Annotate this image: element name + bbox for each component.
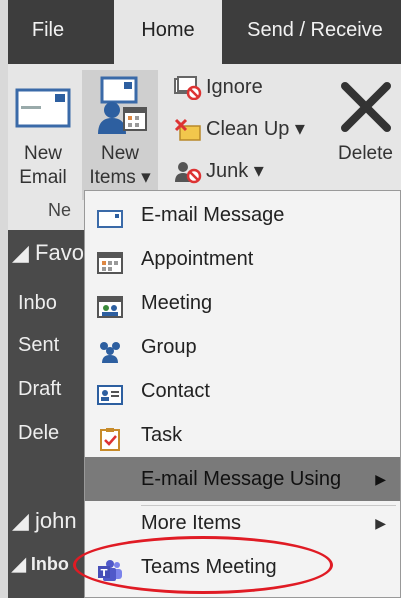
delete-button[interactable]: Delete: [330, 70, 401, 200]
delete-x-icon: [330, 76, 401, 138]
menu-item-contact[interactable]: Contact: [85, 369, 400, 413]
folder-pane: ◢ Favo Inbo Sent Draft Dele ◢ john ◢ Inb…: [8, 230, 84, 598]
favorites-header[interactable]: ◢ Favo: [12, 240, 84, 266]
delete-label: Delete: [338, 143, 393, 164]
menu-item-label: E-mail Message: [141, 204, 285, 226]
junk-button[interactable]: Junk ▾: [174, 154, 264, 188]
junk-icon: [174, 160, 202, 184]
junk-label: Junk ▾: [206, 160, 264, 182]
calendar-icon: [97, 247, 123, 274]
menu-item-label: Group: [141, 336, 197, 358]
ignore-icon: [174, 75, 202, 100]
menu-item-label: Appointment: [141, 248, 254, 270]
menu-item-more-items[interactable]: More Items ▶: [85, 501, 400, 545]
clean-up-label: Clean Up ▾: [206, 118, 305, 140]
menu-item-label: E-mail Message Using: [141, 468, 342, 490]
new-email-label-2: Email: [19, 167, 67, 188]
menu-item-label: Meeting: [141, 292, 213, 314]
tab-send-receive[interactable]: Send / Receive: [230, 0, 400, 64]
ignore-label: Ignore: [206, 76, 263, 98]
menu-item-label: Task: [141, 424, 183, 446]
menu-item-label: Teams Meeting: [141, 556, 277, 578]
menu-item-meeting[interactable]: Meeting: [85, 281, 400, 325]
tab-home[interactable]: Home: [114, 0, 222, 64]
group-icon: [97, 335, 123, 363]
menu-item-label: More Items: [141, 512, 242, 534]
new-items-icon: [82, 76, 158, 138]
envelope-icon: [8, 76, 78, 138]
ignore-button[interactable]: Ignore: [174, 70, 263, 104]
svg-text:T: T: [101, 568, 108, 579]
menu-item-appointment[interactable]: Appointment: [85, 237, 400, 281]
menu-item-label: Contact: [141, 380, 210, 402]
new-email-button[interactable]: New Email: [8, 70, 78, 200]
folder-sent[interactable]: Sent: [18, 334, 59, 357]
new-email-label-1: New: [23, 143, 62, 164]
menu-item-email-message-using[interactable]: E-mail Message Using ▶: [85, 457, 400, 501]
menu-item-email-message[interactable]: E-mail Message: [85, 193, 400, 237]
submenu-arrow-icon: ▶: [375, 515, 386, 531]
tab-file[interactable]: File: [18, 0, 78, 64]
envelope-icon: [97, 203, 123, 228]
outlook-window: File Home Send / Receive New Email New I…: [8, 0, 401, 598]
folder-deleted[interactable]: Dele: [18, 422, 59, 445]
folder-drafts[interactable]: Draft: [18, 378, 61, 401]
submenu-arrow-icon: ▶: [375, 471, 386, 487]
new-items-label-2: Items ▾: [89, 167, 151, 188]
meeting-icon: [97, 291, 123, 318]
clean-up-icon: [174, 118, 202, 142]
teams-icon: T: [97, 555, 123, 581]
menu-item-teams-meeting[interactable]: T Teams Meeting: [85, 545, 400, 589]
ribbon-group-label: Ne: [48, 200, 72, 220]
account-header[interactable]: ◢ john: [12, 508, 77, 534]
new-items-dropdown-menu: E-mail Message Appointment Meeting Group: [84, 190, 401, 598]
clean-up-button[interactable]: Clean Up ▾: [174, 112, 305, 146]
contact-card-icon: [97, 379, 123, 405]
new-items-label-1: New: [100, 143, 139, 164]
new-items-button[interactable]: New Items ▾: [82, 70, 158, 200]
ribbon-tab-bar: File Home Send / Receive: [8, 0, 401, 64]
task-clipboard-icon: [97, 423, 123, 451]
account-inbox[interactable]: ◢ Inbo: [12, 554, 69, 575]
menu-item-group[interactable]: Group: [85, 325, 400, 369]
menu-item-task[interactable]: Task: [85, 413, 400, 457]
folder-inbox[interactable]: Inbo: [18, 292, 57, 315]
